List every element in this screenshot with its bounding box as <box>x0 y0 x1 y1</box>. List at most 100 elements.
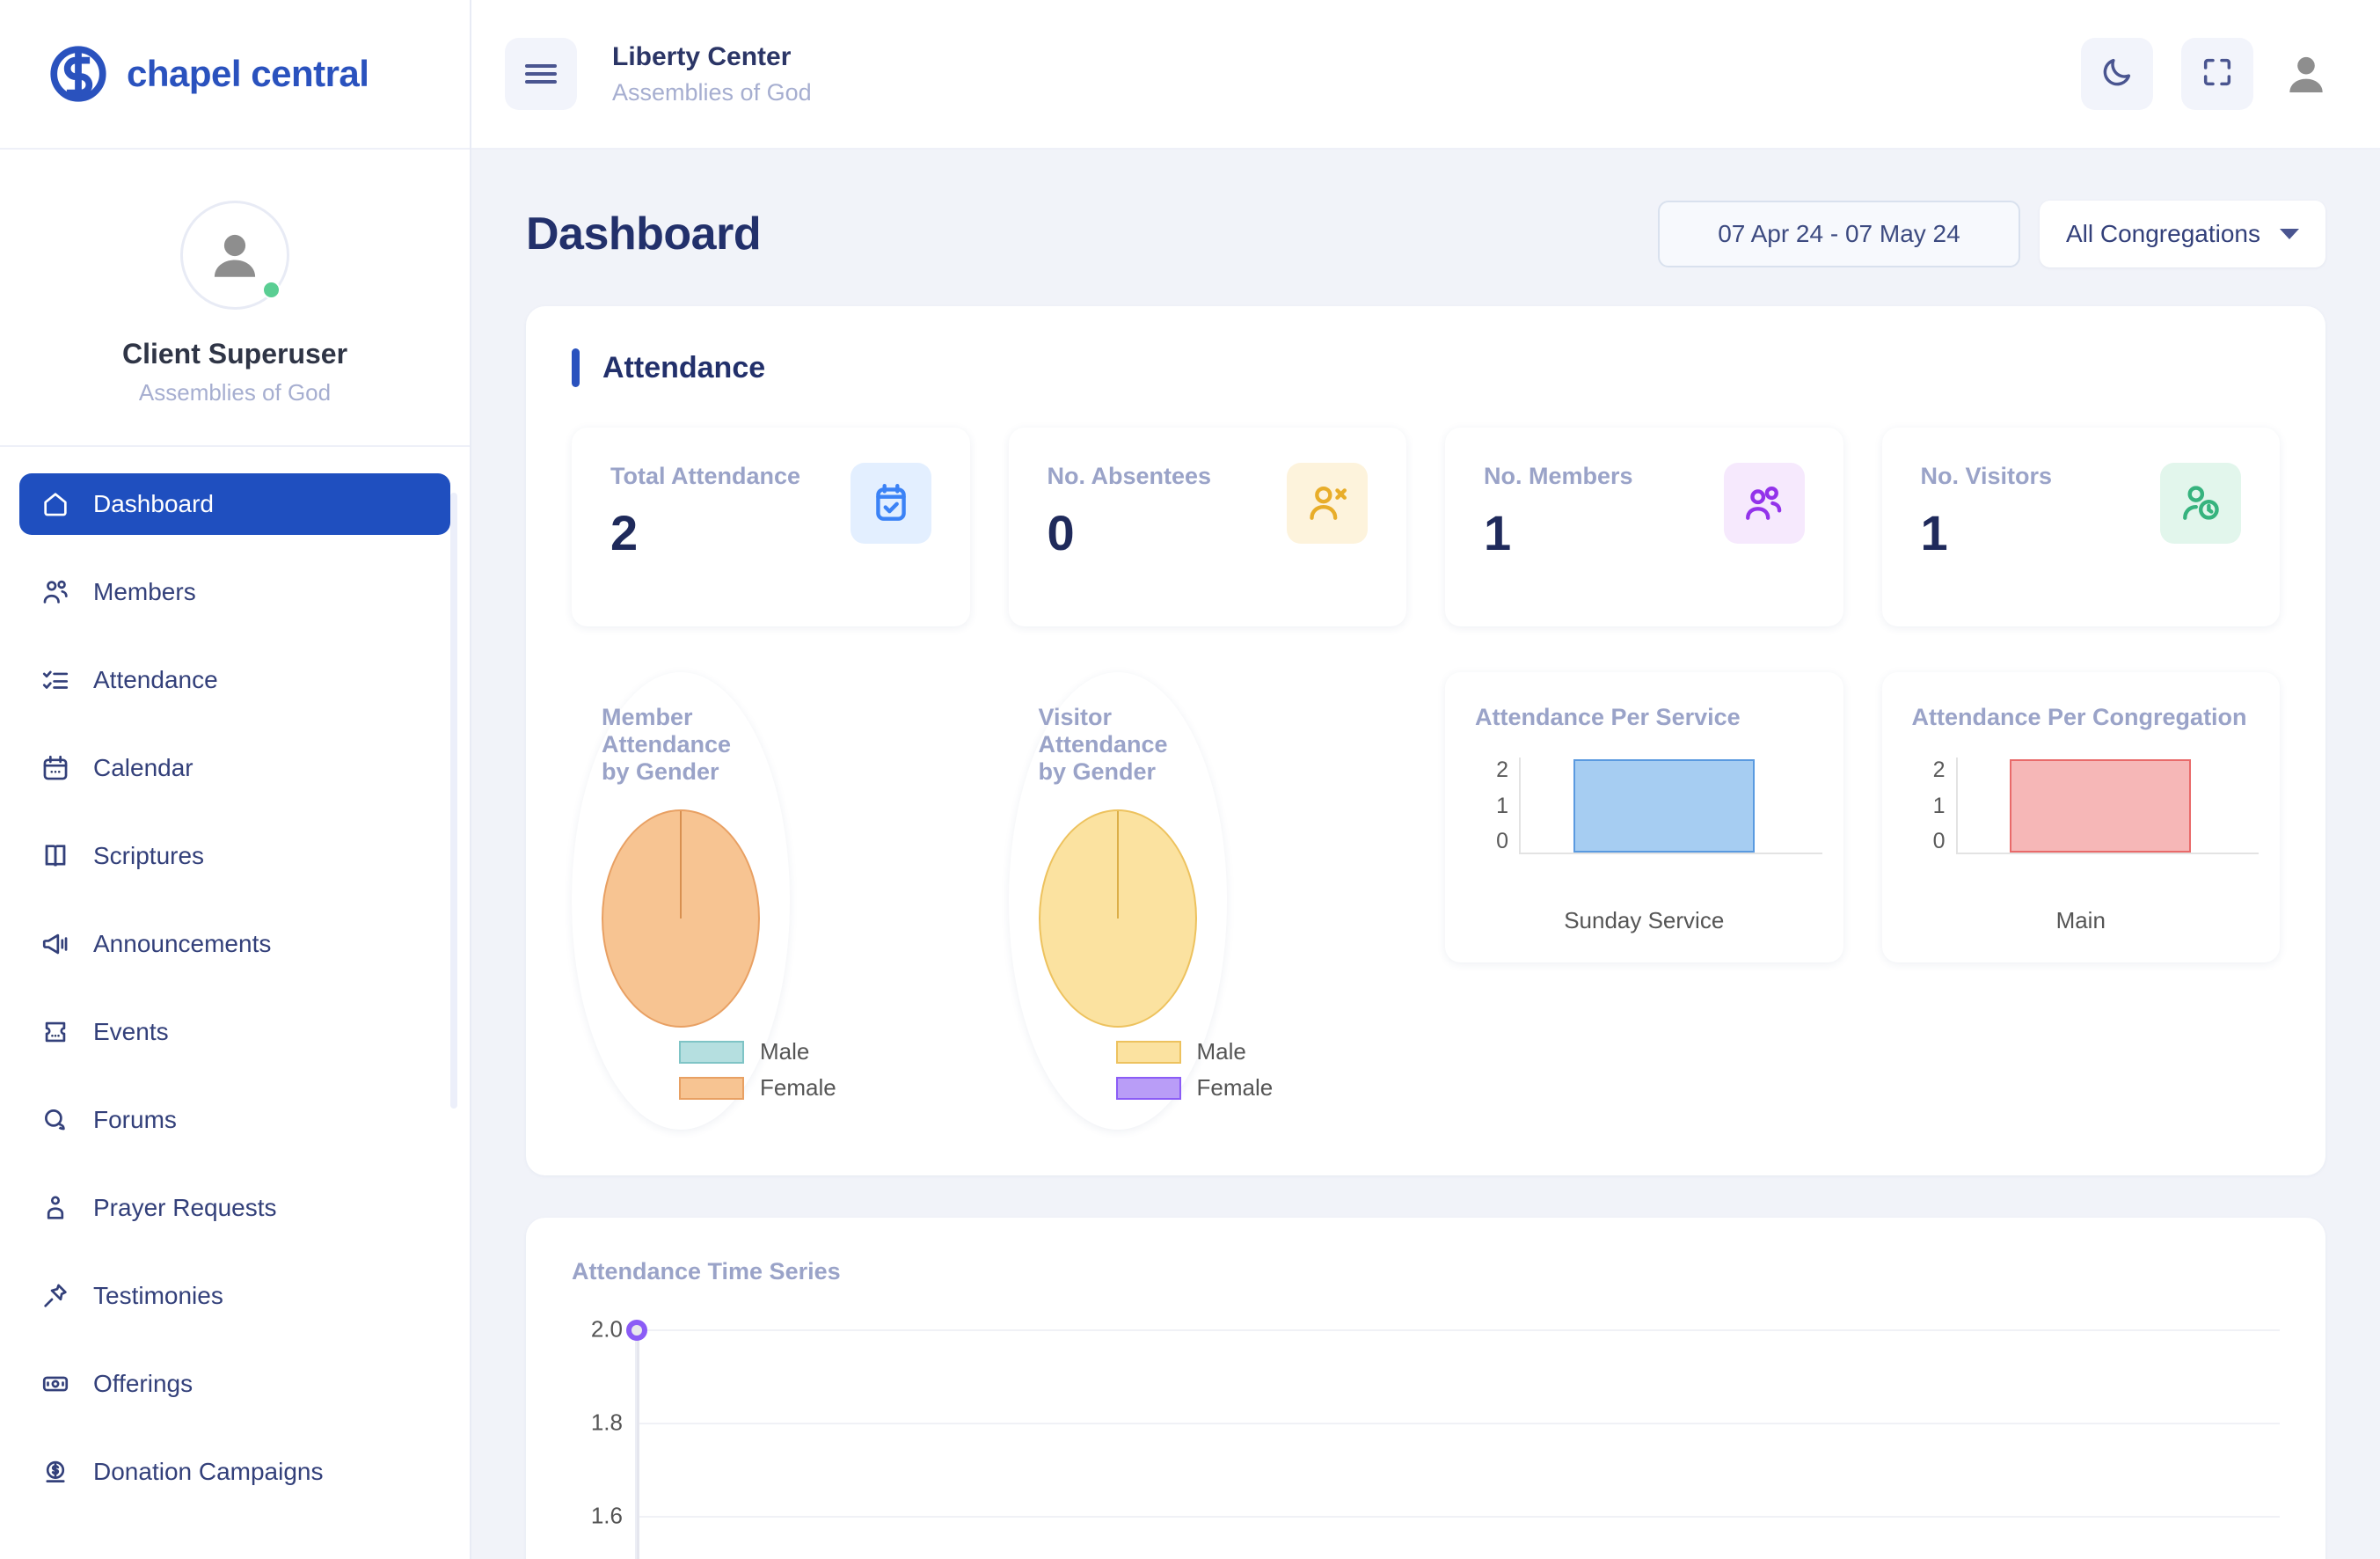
chart-title: Attendance Per Service <box>1475 704 1741 730</box>
legend-item[interactable]: Male <box>1115 1038 1246 1065</box>
pie-split-line <box>680 810 682 919</box>
y-tick: 1 <box>1496 793 1508 818</box>
sidebar-item-label: Testimonies <box>93 1282 223 1309</box>
topbar: Liberty Center Assemblies of God <box>471 0 2380 150</box>
chart-title: Attendance Per Congregation <box>1911 704 2247 730</box>
stat-label: Total Attendance <box>610 463 801 489</box>
stat-value: 2 <box>610 505 639 560</box>
church-denomination: Assemblies of God <box>612 78 812 106</box>
sidebar-scrollbar[interactable] <box>450 493 457 1109</box>
calendar-check-icon <box>850 463 931 544</box>
chevron-down-icon <box>2280 229 2299 239</box>
sidebar-item-attendance[interactable]: Attendance <box>19 649 450 711</box>
sidebar-item-testimonies[interactable]: Testimonies <box>19 1265 450 1327</box>
stat-value: 1 <box>1920 505 1948 560</box>
legend-swatch-male <box>1115 1040 1181 1064</box>
y-axis: 2 1 0 <box>1480 758 1519 854</box>
bar-plot: 2 1 0 <box>1475 754 1822 888</box>
legend-swatch-female <box>1115 1076 1181 1100</box>
stat-cards: Total Attendance 2 No. Absentees 0 No. M… <box>572 428 2280 626</box>
user-clock-icon <box>2160 463 2241 544</box>
attendance-time-series-panel: Attendance Time Series 2.0 1.8 1.6 <box>526 1218 2325 1559</box>
home-icon <box>40 489 70 519</box>
sidebar-item-label: Scriptures <box>93 842 205 869</box>
calendar-icon <box>40 753 70 783</box>
legend-item[interactable]: Female <box>1115 1074 1273 1102</box>
sidebar-item-label: Donation Campaigns <box>93 1458 324 1485</box>
y-axis: 2.0 1.8 1.6 <box>572 1316 635 1559</box>
chat-icon <box>40 1105 70 1135</box>
sidebar-item-announcements[interactable]: Announcements <box>19 913 450 975</box>
gridline <box>637 1516 2280 1518</box>
fullscreen-button[interactable] <box>2181 38 2253 110</box>
stat-value: 0 <box>1047 505 1075 560</box>
x-tick-label: Main <box>2055 907 2106 933</box>
stat-card-members: No. Members 1 <box>1445 428 1843 626</box>
sidebar-item-prayer-requests[interactable]: Prayer Requests <box>19 1177 450 1239</box>
congregation-select-label: All Congregations <box>2065 220 2260 247</box>
sidebar-item-calendar[interactable]: Calendar <box>19 737 450 799</box>
pie-slice-male[interactable] <box>1038 809 1197 1028</box>
sidebar-profile: Client Superuser Assemblies of God <box>0 150 470 447</box>
megaphone-icon <box>40 929 70 959</box>
pie-slice-female[interactable] <box>602 809 760 1028</box>
stat-value: 1 <box>1484 505 1512 560</box>
bar-plot: 2 1 0 <box>1912 754 2259 888</box>
chart-cards: Member Attendance by Gender Male Female … <box>572 672 2280 1130</box>
time-series-plot: 2.0 1.8 1.6 <box>572 1316 2280 1559</box>
legend-item[interactable]: Male <box>679 1038 809 1065</box>
sidebar-item-label: Attendance <box>93 666 218 693</box>
chart-member-attendance-by-gender: Member Attendance by Gender Male Female <box>572 672 836 1130</box>
chart-attendance-per-service: Attendance Per Service 2 1 0 Sunday Serv… <box>1445 672 1843 962</box>
moon-icon <box>2099 55 2135 94</box>
pie-plot <box>602 809 760 1028</box>
sidebar-item-forums[interactable]: Forums <box>19 1089 450 1151</box>
sidebar-item-label: Members <box>93 578 196 605</box>
dark-mode-toggle[interactable] <box>2081 38 2153 110</box>
sidebar-item-dashboard[interactable]: Dashboard <box>19 473 450 535</box>
sidebar-item-members[interactable]: Members <box>19 561 450 623</box>
plot-vertical-axis <box>637 1329 639 1559</box>
hamburger-icon[interactable] <box>505 38 577 110</box>
legend-swatch-male <box>679 1040 744 1064</box>
sidebar-item-label: Events <box>93 1018 169 1045</box>
legend-label: Male <box>760 1038 810 1065</box>
data-point[interactable] <box>626 1320 647 1341</box>
person-praying-icon <box>40 1193 70 1223</box>
sidebar-item-label: Forums <box>93 1106 177 1133</box>
y-tick: 2 <box>1932 758 1946 782</box>
ticket-icon <box>40 1017 70 1047</box>
users-group-icon <box>1723 463 1805 544</box>
chart-legend: Male Female <box>602 1038 836 1102</box>
topbar-actions <box>2081 38 2331 110</box>
stat-card-total-attendance: Total Attendance 2 <box>572 428 970 626</box>
sidebar-item-label: Prayer Requests <box>93 1194 277 1221</box>
x-axis-line <box>1957 853 2259 854</box>
sidebar-item-events[interactable]: Events <box>19 1001 450 1063</box>
sidebar-item-label: Dashboard <box>93 490 214 517</box>
x-axis-line <box>1521 853 1822 854</box>
profile-name: Client Superuser <box>121 338 348 370</box>
y-tick: 2.0 <box>590 1315 623 1343</box>
sidebar-item-donation-campaigns[interactable]: Donation Campaigns <box>19 1441 450 1503</box>
legend-label: Female <box>760 1074 836 1101</box>
stat-card-absentees: No. Absentees 0 <box>1008 428 1406 626</box>
app-root: chapel central Client Superuser Assembli… <box>0 0 2380 1559</box>
gridline <box>637 1423 2280 1424</box>
date-range-picker[interactable]: 07 Apr 24 - 07 May 24 <box>1657 201 2020 267</box>
sidebar-item-scriptures[interactable]: Scriptures <box>19 825 450 887</box>
bar-main[interactable] <box>2010 759 2192 853</box>
legend-item[interactable]: Female <box>679 1074 836 1102</box>
chart-title: Attendance Time Series <box>572 1258 841 1285</box>
x-tick-label: Sunday Service <box>1564 907 1725 933</box>
avatar <box>180 201 289 310</box>
y-tick: 1.6 <box>590 1502 623 1529</box>
user-avatar-icon[interactable] <box>2281 49 2331 99</box>
chapel-central-logo-icon <box>46 41 111 106</box>
congregation-select[interactable]: All Congregations <box>2039 201 2325 267</box>
brand-logo[interactable]: chapel central <box>0 0 470 150</box>
user-avatar-icon <box>206 226 264 284</box>
sidebar-item-offerings[interactable]: Offerings <box>19 1353 450 1415</box>
y-tick: 1.8 <box>590 1409 623 1436</box>
bar-sunday-service[interactable] <box>1573 759 1755 853</box>
